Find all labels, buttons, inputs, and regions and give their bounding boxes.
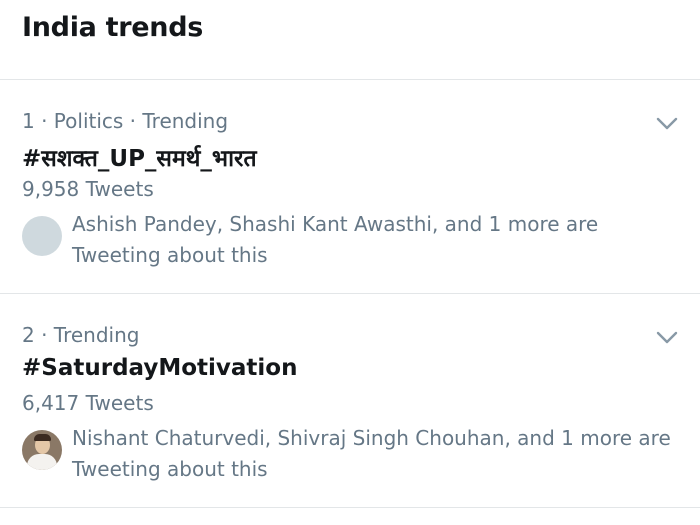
avatar-shirt xyxy=(27,454,57,470)
tweet-count: 9,958 Tweets xyxy=(22,177,154,201)
trend-item[interactable]: 2 · Trending #SaturdayMotivation 6,417 T… xyxy=(0,295,700,508)
avatar xyxy=(22,216,62,256)
page-title: India trends xyxy=(22,12,204,43)
chevron-down-icon[interactable] xyxy=(656,117,678,131)
trend-meta: 1 · Politics · Trending xyxy=(22,109,229,133)
chevron-down-icon[interactable] xyxy=(656,331,678,345)
tweet-count: 6,417 Tweets xyxy=(22,391,154,415)
social-context: Ashish Pandey, Shashi Kant Awasthi, and … xyxy=(72,212,599,267)
social-context: Nishant Chaturvedi, Shivraj Singh Chouha… xyxy=(72,426,671,481)
avatar xyxy=(22,430,62,470)
avatar-hair xyxy=(34,434,51,441)
trend-name[interactable]: #SaturdayMotivation xyxy=(22,355,297,381)
trend-name[interactable]: #सशक्त_UP_समर्थ_भारत xyxy=(22,141,257,173)
trends-header: India trends xyxy=(0,0,700,80)
trend-item[interactable]: 1 · Politics · Trending #सशक्त_UP_समर्थ_… xyxy=(0,81,700,294)
trend-meta: 2 · Trending xyxy=(22,323,140,347)
